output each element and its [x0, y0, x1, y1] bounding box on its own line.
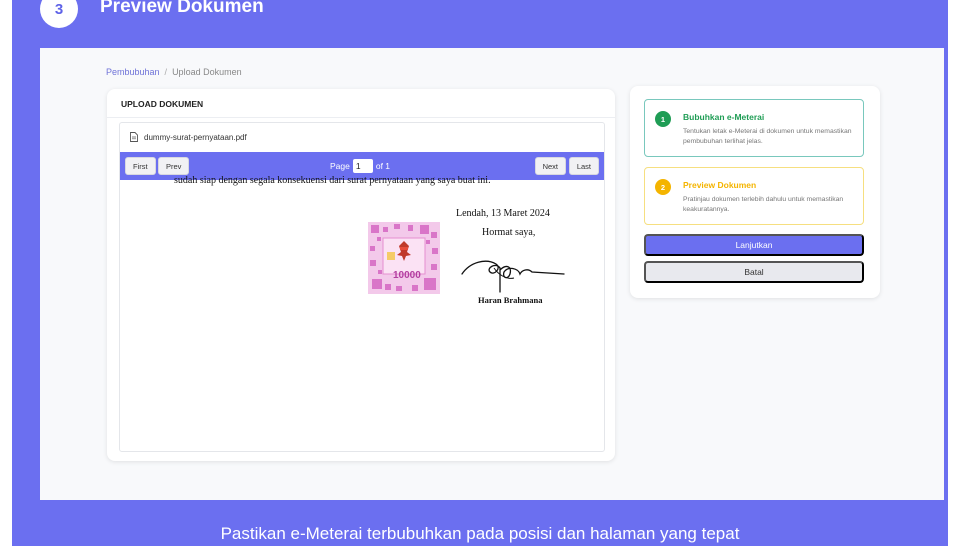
- app-window: Pembubuhan / Upload Dokumen UPLOAD DOKUMEN…: [40, 48, 944, 500]
- step-number-badge: 3: [40, 0, 78, 28]
- cancel-button[interactable]: Batal: [644, 261, 864, 283]
- file-name: dummy-surat-pernyataan.pdf: [144, 132, 247, 142]
- first-page-button[interactable]: First: [125, 157, 156, 175]
- step-2-description: Pratinjau dokumen terlebih dahulu untuk …: [683, 196, 844, 213]
- e-meterai-stamp[interactable]: [368, 222, 440, 294]
- document-date: Lendah, 13 Maret 2024: [456, 208, 550, 219]
- document-text-line: sudah siap dengan segala konsekuensi dar…: [174, 175, 491, 186]
- breadcrumb: Pembubuhan / Upload Dokumen: [106, 67, 242, 77]
- step-2-number: 2: [655, 179, 671, 195]
- breadcrumb-current: Upload Dokumen: [172, 67, 242, 77]
- step-title: Preview Dokumen: [100, 0, 264, 17]
- breadcrumb-separator: /: [164, 67, 168, 77]
- page-total-label: of 1: [375, 161, 391, 171]
- upload-card-title: UPLOAD DOKUMEN: [121, 99, 204, 109]
- page-number-input[interactable]: 1: [352, 159, 373, 173]
- step-1-title: Bubuhkan e-Meterai: [683, 112, 765, 122]
- pdf-viewer: dummy-surat-pernyataan.pdf First Prev Pa…: [119, 122, 605, 452]
- next-page-button[interactable]: Next: [534, 157, 566, 175]
- page-indicator: Page 1 of 1: [330, 159, 390, 173]
- continue-button[interactable]: Lanjutkan: [644, 234, 864, 256]
- breadcrumb-link-pembubuhan[interactable]: Pembubuhan: [106, 67, 160, 77]
- step-1-number: 1: [655, 111, 671, 127]
- signature: [461, 260, 565, 293]
- pdf-page-content[interactable]: sudah siap dengan segala konsekuensi dar…: [120, 175, 604, 451]
- step-1-description: Tentukan letak e-Meterai di dokumen untu…: [683, 128, 852, 145]
- document-closing: Hormat saya,: [482, 227, 536, 238]
- stamp-value: 10000: [393, 270, 421, 281]
- file-row: dummy-surat-pernyataan.pdf: [130, 129, 247, 145]
- step-preview-dokumen[interactable]: 2 Preview Dokumen Pratinjau dokumen terl…: [644, 167, 864, 225]
- footer-caption: Pastikan e-Meterai terbubuhkan pada posi…: [220, 524, 740, 543]
- page-label: Page: [330, 161, 350, 171]
- last-page-button[interactable]: Last: [568, 157, 599, 175]
- step-bubuhkan-e-meterai[interactable]: 1 Bubuhkan e-Meterai Tentukan letak e-Me…: [644, 99, 864, 157]
- document-signer-name: Haran Brahmana: [478, 295, 543, 305]
- prev-page-button[interactable]: Prev: [158, 157, 190, 175]
- steps-panel: 1 Bubuhkan e-Meterai Tentukan letak e-Me…: [630, 86, 880, 298]
- tutorial-frame: 3 Preview Dokumen Pembubuhan / Upload Doku…: [12, 0, 948, 546]
- upload-document-card: UPLOAD DOKUMEN dummy-surat-pernyataan.pd…: [107, 89, 615, 461]
- upload-card-divider: [107, 117, 615, 118]
- file-icon: [130, 132, 138, 142]
- step-2-title: Preview Dokumen: [683, 180, 757, 190]
